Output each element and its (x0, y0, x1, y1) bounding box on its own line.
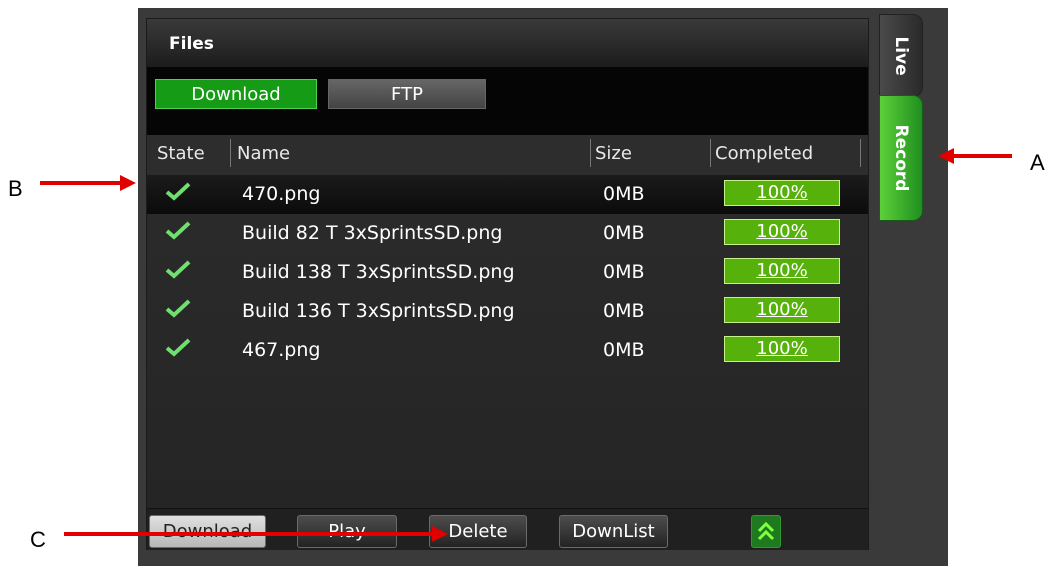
arrow-head (120, 175, 136, 191)
col-divider[interactable] (860, 139, 861, 167)
col-divider[interactable] (590, 139, 591, 167)
file-name: Build 82 T 3xSprintsSD.png (242, 222, 503, 244)
arrow-head (938, 148, 954, 164)
tab-download[interactable]: Download (155, 79, 317, 109)
check-icon (165, 299, 191, 318)
action-bar: Download Play Delete DownList (147, 508, 868, 550)
table-row[interactable]: Build 82 T 3xSprintsSD.png 0MB 100% (147, 214, 868, 253)
file-name: Build 136 T 3xSprintsSD.png (242, 300, 515, 322)
file-size: 0MB (603, 300, 645, 322)
arrow-head (432, 526, 448, 542)
col-divider[interactable] (710, 139, 711, 167)
progress-bar: 100% (724, 258, 840, 284)
col-completed[interactable]: Completed (715, 143, 813, 164)
progress-bar: 100% (724, 180, 840, 206)
table-row[interactable]: 470.png 0MB 100% (147, 175, 868, 214)
progress-bar: 100% (724, 336, 840, 362)
check-icon (165, 182, 191, 201)
side-tab-record[interactable]: Record (879, 95, 923, 221)
files-panel: Files Download FTP State Name Size Compl… (146, 18, 869, 550)
progress-bar: 100% (724, 219, 840, 245)
check-icon (165, 338, 191, 357)
file-size: 0MB (603, 261, 645, 283)
check-icon (165, 221, 191, 240)
panel-title: Files (169, 34, 214, 54)
tab-ftp[interactable]: FTP (328, 79, 486, 109)
file-size: 0MB (603, 222, 645, 244)
file-name: 467.png (242, 339, 321, 361)
downlist-button[interactable]: DownList (559, 515, 668, 548)
table-row[interactable]: Build 138 T 3xSprintsSD.png 0MB 100% (147, 253, 868, 292)
col-size[interactable]: Size (595, 143, 632, 164)
annotation-arrow-a (952, 154, 1012, 158)
annotation-arrow-b (40, 181, 122, 185)
col-name[interactable]: Name (237, 143, 290, 164)
annotation-arrow-c (64, 532, 434, 536)
double-chevron-up-icon[interactable] (751, 515, 781, 548)
progress-bar: 100% (724, 297, 840, 323)
file-name: 470.png (242, 183, 321, 205)
file-size: 0MB (603, 339, 645, 361)
table-header: State Name Size Completed (147, 135, 868, 175)
annotation-label-b: B (8, 176, 23, 201)
side-tab-live[interactable]: Live (879, 14, 923, 97)
col-divider[interactable] (230, 139, 231, 167)
file-name: Build 138 T 3xSprintsSD.png (242, 261, 515, 283)
table-row[interactable]: Build 136 T 3xSprintsSD.png 0MB 100% (147, 292, 868, 331)
panel-title-bar: Files (147, 19, 868, 67)
file-size: 0MB (603, 183, 645, 205)
annotation-label-a: A (1030, 150, 1045, 175)
table-row[interactable]: 467.png 0MB 100% (147, 331, 868, 370)
annotation-label-c: C (30, 527, 46, 552)
col-state[interactable]: State (157, 143, 205, 164)
check-icon (165, 260, 191, 279)
